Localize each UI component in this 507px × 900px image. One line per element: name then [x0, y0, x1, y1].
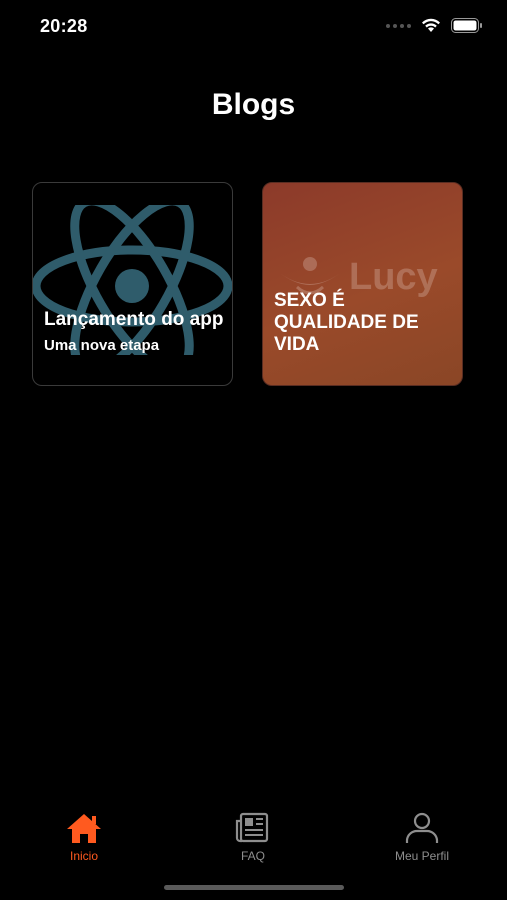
tab-label: Meu Perfil	[394, 849, 450, 863]
status-bar: 20:28	[0, 0, 507, 54]
tab-faq[interactable]: FAQ	[203, 812, 303, 863]
tab-inicio[interactable]: Inicio	[34, 812, 134, 863]
blog-card-launch[interactable]: Lançamento do app Uma nova etapa	[32, 182, 233, 386]
tab-bar: Inicio FAQ Meu Perfil	[0, 812, 507, 872]
tab-label: Inicio	[69, 849, 98, 863]
home-icon	[67, 814, 101, 843]
home-indicator[interactable]	[164, 885, 344, 890]
newspaper-icon	[235, 812, 269, 843]
tab-meu-perfil[interactable]: Meu Perfil	[372, 812, 472, 863]
card-subtitle: Uma nova etapa	[44, 336, 160, 354]
tab-label: FAQ	[240, 849, 265, 863]
card-title: SEXO É QUALIDADE DE VIDA	[274, 290, 419, 355]
page-title: Blogs	[211, 88, 296, 121]
user-icon	[405, 812, 439, 843]
blog-card-lucy[interactable]: Lucy SEXO É QUALIDADE DE VIDA	[262, 182, 463, 386]
battery-icon	[451, 18, 482, 33]
card-title: Lançamento do app	[44, 309, 224, 330]
card-text: Lançamento do app Uma nova etapa	[44, 309, 224, 354]
status-icons	[386, 18, 483, 33]
wifi-icon	[422, 18, 440, 32]
signal-icon	[386, 23, 411, 28]
status-time: 20:28	[40, 16, 88, 36]
